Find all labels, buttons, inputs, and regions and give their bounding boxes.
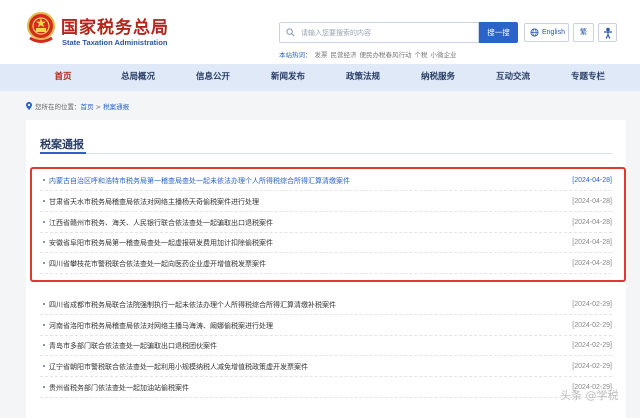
list-item[interactable]: 青岛市多部门联合依法查处一起骗取出口退税团伙案件 [2024-02-29]: [40, 336, 612, 356]
bullet-dot: [43, 365, 45, 367]
nav-item-interaction[interactable]: 互动交流: [483, 64, 543, 91]
nav-item-overview[interactable]: 总局概况: [108, 64, 168, 91]
english-language-label: English: [542, 29, 565, 36]
hot-word[interactable]: 小微企业: [431, 51, 457, 59]
search-button[interactable]: 搜一搜: [479, 22, 518, 43]
accessibility-button[interactable]: [598, 23, 617, 42]
site-logo-subtitle: State Taxation Administration: [62, 38, 168, 47]
article-date: [2024-02-29]: [572, 322, 612, 329]
search-input[interactable]: [301, 25, 473, 40]
article-title-link[interactable]: 四川省成都市税务局联合法院强制执行一起未依法办理个人所得税综合所得汇算清缴补税案…: [49, 300, 529, 310]
list-item[interactable]: 四川省成都市税务局联合法院强制执行一起未依法办理个人所得税综合所得汇算清缴补税案…: [40, 295, 612, 315]
title-divider: [40, 153, 612, 154]
article-title-link[interactable]: 河南省洛阳市税务局稽查局依法对网络主播马海涛、阚娜偷税案进行处理: [49, 321, 529, 331]
bullet-dot: [43, 324, 45, 326]
breadcrumb-home[interactable]: 首页: [81, 103, 94, 111]
hot-word[interactable]: 个税: [415, 51, 428, 59]
watermark: 头条 @学税: [560, 389, 619, 402]
search-box: [279, 22, 479, 43]
title-accent-bar: [40, 152, 86, 154]
bullet-dot: [43, 344, 45, 346]
hot-words-label: 本站热词：: [279, 51, 312, 59]
nav-item-home[interactable]: 首页: [33, 64, 93, 91]
nav-item-service[interactable]: 纳税服务: [408, 64, 468, 91]
bullet-dot: [43, 386, 45, 388]
list-item[interactable]: 辽宁省朝阳市警税联合依法查处一起利用小规模纳税人减免增值税政策虚开发票案件 [2…: [40, 357, 612, 377]
hot-word[interactable]: 民营经济: [331, 51, 357, 59]
traditional-chinese-button[interactable]: 繁: [573, 23, 594, 42]
article-title-link[interactable]: 辽宁省朝阳市警税联合依法查处一起利用小规模纳税人减免增值税政策虚开发票案件: [49, 362, 529, 372]
nav-item-topics[interactable]: 专题专栏: [558, 64, 618, 91]
highlight-annotation-box: [30, 167, 626, 282]
nav-item-news[interactable]: 新闻发布: [258, 64, 318, 91]
hot-word[interactable]: 发票: [315, 51, 328, 59]
list-item[interactable]: 河南省洛阳市税务局稽查局依法对网络主播马海涛、阚娜偷税案进行处理 [2024-0…: [40, 316, 612, 336]
english-language-button[interactable]: English: [524, 23, 569, 42]
search-icon: [286, 28, 295, 37]
site-header: 国家税务总局 State Taxation Administration 搜一搜…: [0, 0, 640, 64]
national-emblem-icon: [27, 12, 55, 43]
bullet-dot: [43, 303, 45, 305]
nav-item-info[interactable]: 信息公开: [183, 64, 243, 91]
page-title: 税案通报: [40, 138, 84, 151]
article-title-link[interactable]: 青岛市多部门联合依法查处一起骗取出口退税团伙案件: [49, 341, 529, 351]
breadcrumb-separator: >: [95, 103, 102, 111]
article-date: [2024-02-29]: [572, 342, 612, 349]
list-item[interactable]: 贵州省税务部门依法查处一起加油站偷税案件 [2024-02-29]: [40, 378, 612, 398]
globe-icon: [530, 28, 539, 37]
location-pin-icon: [26, 102, 32, 110]
nav-item-policy[interactable]: 政策法规: [333, 64, 393, 91]
breadcrumb: 您所在的位置：首页 > 税案通报: [26, 101, 129, 111]
person-icon: [604, 27, 612, 39]
breadcrumb-current[interactable]: 税案通报: [103, 103, 129, 111]
article-title-link[interactable]: 贵州省税务部门依法查处一起加油站偷税案件: [49, 383, 529, 393]
breadcrumb-label: 您所在的位置：: [35, 103, 81, 111]
hot-words: 本站热词： 发票 民营经济 便民办税春风行动 个税 小微企业: [279, 49, 457, 59]
main-nav: 首页 总局概况 信息公开 新闻发布 政策法规 纳税服务 互动交流 专题专栏: [0, 64, 640, 91]
hot-word[interactable]: 便民办税春风行动: [360, 51, 412, 59]
site-logo-title[interactable]: 国家税务总局: [61, 13, 169, 38]
article-date: [2024-02-29]: [572, 363, 612, 370]
article-date: [2024-02-29]: [572, 301, 612, 308]
